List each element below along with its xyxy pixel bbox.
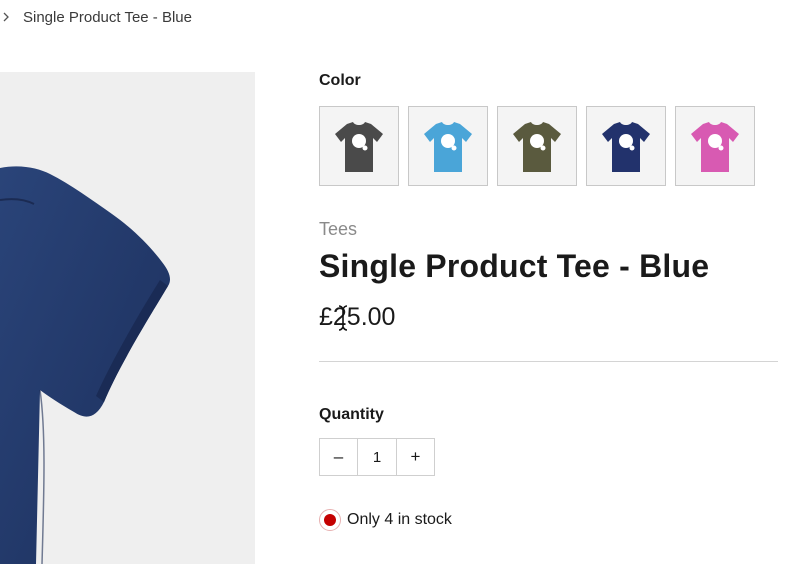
color-label: Color bbox=[319, 72, 361, 89]
tshirt-image bbox=[0, 166, 170, 564]
tshirt-icon bbox=[691, 122, 739, 172]
color-swatches bbox=[319, 106, 755, 186]
quantity-label: Quantity bbox=[319, 406, 384, 423]
product-page: Single Product Tee - Blue Color Tees Sin… bbox=[0, 0, 800, 564]
breadcrumb: Single Product Tee - Blue bbox=[0, 6, 192, 28]
chevron-right-icon bbox=[0, 6, 14, 28]
swatch-navy[interactable] bbox=[586, 106, 666, 186]
stock-status: Only 4 in stock bbox=[319, 508, 452, 532]
breadcrumb-current: Single Product Tee - Blue bbox=[23, 8, 192, 26]
stock-text: Only 4 in stock bbox=[347, 511, 452, 528]
tshirt-icon bbox=[335, 122, 383, 172]
increment-button[interactable]: + bbox=[397, 439, 434, 475]
product-details: Color Tees Single Product Tee - Blue £25… bbox=[319, 0, 779, 564]
quantity-input[interactable] bbox=[357, 439, 397, 475]
product-category: Tees bbox=[319, 219, 358, 239]
tshirt-icon bbox=[513, 122, 561, 172]
text-cursor-icon bbox=[338, 305, 348, 331]
swatch-pink[interactable] bbox=[675, 106, 755, 186]
quantity-stepper: – + bbox=[319, 438, 435, 476]
decrement-button[interactable]: – bbox=[320, 439, 357, 475]
tshirt-icon bbox=[602, 122, 650, 172]
swatch-green[interactable] bbox=[497, 106, 577, 186]
swatch-gray[interactable] bbox=[319, 106, 399, 186]
product-image[interactable] bbox=[0, 72, 255, 564]
product-price: £25.00 bbox=[319, 303, 396, 331]
tshirt-icon bbox=[424, 122, 472, 172]
swatch-light-blue[interactable] bbox=[408, 106, 488, 186]
divider bbox=[319, 361, 778, 362]
product-title: Single Product Tee - Blue bbox=[319, 248, 710, 284]
stock-indicator-icon bbox=[319, 509, 341, 531]
